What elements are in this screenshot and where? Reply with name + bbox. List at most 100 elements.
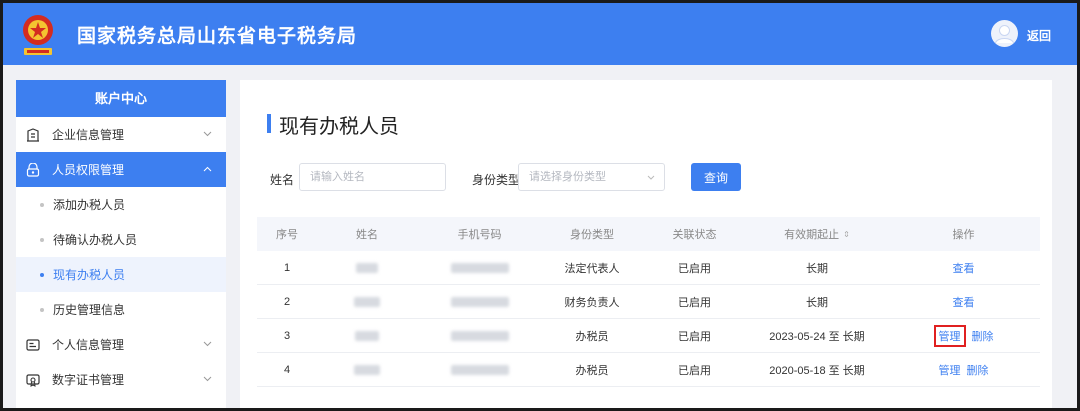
sidebar-item-pending-tax-staff[interactable]: 待确认办税人员 <box>16 222 226 257</box>
user-lock-icon <box>26 162 40 177</box>
cell-status: 已启用 <box>678 330 711 343</box>
identity-type-label: 身份类型 <box>472 173 521 187</box>
redacted-phone <box>450 364 509 375</box>
sidebar-item-label: 现有办税人员 <box>53 268 126 282</box>
column-header-actions: 操作 <box>952 229 975 241</box>
column-header-phone: 手机号码 <box>457 229 502 241</box>
sidebar-group-label: 数字证书管理 <box>52 373 125 387</box>
manage-link[interactable]: 管理 <box>933 324 966 347</box>
cell-name <box>317 251 417 284</box>
name-label: 姓名 <box>270 173 295 187</box>
redacted-phone <box>450 262 509 273</box>
table-row: 3 办税员 已启用 2023-05-24 至 长期 管理 删除 <box>257 319 1040 353</box>
chevron-down-icon <box>203 341 212 347</box>
query-button[interactable]: 查询 <box>691 163 741 191</box>
title-accent-bar <box>267 114 271 133</box>
user-avatar-icon[interactable] <box>991 20 1018 47</box>
certificate-icon <box>26 373 40 387</box>
cell-actions: 查看 <box>887 285 1040 318</box>
main-panel: 现有办税人员 姓名 身份类型 请选择身份类型 查询 序号 姓名 手机号码 身份类… <box>240 80 1052 408</box>
manage-link[interactable]: 管理 <box>939 362 961 378</box>
identity-type-select[interactable]: 请选择身份类型 <box>518 163 665 191</box>
page-title: 现有办税人员 <box>279 116 399 138</box>
cell-validity: 2020-05-18 至 长期 <box>769 364 865 377</box>
identity-type-placeholder: 请选择身份类型 <box>529 171 606 183</box>
column-header-no: 序号 <box>276 229 298 241</box>
redacted-name <box>355 330 379 341</box>
cell-actions: 管理 删除 <box>887 319 1040 352</box>
app-title: 国家税务总局山东省电子税务局 <box>77 26 358 47</box>
cell-validity: 长期 <box>806 296 828 309</box>
redacted-phone <box>450 330 509 341</box>
sidebar-item-add-tax-staff[interactable]: 添加办税人员 <box>16 187 226 222</box>
staff-table: 序号 姓名 手机号码 身份类型 关联状态 有效期起止 ⇕ 操作 1 法定代表人 … <box>257 217 1040 387</box>
cell-actions: 查看 <box>887 251 1040 284</box>
view-link[interactable]: 查看 <box>953 260 975 276</box>
building-icon <box>27 127 39 142</box>
cell-status: 已启用 <box>678 296 711 309</box>
chevron-down-icon <box>203 131 212 137</box>
sidebar-item-current-tax-staff[interactable]: 现有办税人员 <box>16 257 226 292</box>
chevron-up-icon <box>203 166 212 172</box>
cell-validity: 2023-05-24 至 长期 <box>769 330 865 343</box>
cell-phone <box>417 353 542 386</box>
column-header-status: 关联状态 <box>672 229 717 241</box>
name-search-input[interactable] <box>299 163 446 191</box>
sidebar-item-label: 历史管理信息 <box>53 303 126 317</box>
tax-emblem-icon <box>23 15 53 55</box>
cell-identity-type: 办税员 <box>575 330 609 343</box>
cell-name <box>317 285 417 318</box>
bullet-dot <box>40 202 44 207</box>
view-link[interactable]: 查看 <box>953 294 975 310</box>
table-row: 1 法定代表人 已启用 长期 查看 <box>257 251 1040 285</box>
column-header-validity[interactable]: 有效期起止 ⇕ <box>747 217 887 251</box>
sidebar-group-personal-info[interactable]: 个人信息管理 <box>16 327 226 362</box>
cell-identity-type: 法定代表人 <box>564 262 620 275</box>
table-row: 2 财务负责人 已启用 长期 查看 <box>257 285 1040 319</box>
chevron-down-icon <box>647 175 655 180</box>
redacted-name <box>354 296 380 307</box>
cell-validity: 长期 <box>806 262 828 275</box>
cell-actions: 管理 删除 <box>887 353 1040 386</box>
cell-no: 1 <box>283 261 291 274</box>
column-header-validity-label: 有效期起止 <box>784 229 840 241</box>
cell-status: 已启用 <box>678 262 711 275</box>
sidebar-item-history[interactable]: 历史管理信息 <box>16 292 226 327</box>
sidebar-item-label: 待确认办税人员 <box>53 233 138 247</box>
bullet-dot <box>40 307 44 312</box>
column-header-identity-type: 身份类型 <box>570 229 614 241</box>
redacted-name <box>354 364 380 375</box>
sidebar-group-personnel-permissions[interactable]: 人员权限管理 <box>16 152 226 187</box>
cell-phone <box>417 285 542 318</box>
cell-phone <box>417 319 542 352</box>
bullet-dot <box>40 272 44 277</box>
delete-link[interactable]: 删除 <box>967 362 989 378</box>
sidebar-group-enterprise-info[interactable]: 企业信息管理 <box>16 117 226 152</box>
cell-no: 3 <box>283 329 291 342</box>
chevron-down-icon <box>203 376 212 382</box>
column-header-name: 姓名 <box>356 229 378 241</box>
cell-identity-type: 办税员 <box>575 364 609 377</box>
sidebar-group-label: 企业信息管理 <box>52 128 125 142</box>
cell-phone <box>417 251 542 284</box>
redacted-phone <box>450 296 509 307</box>
cell-identity-type: 财务负责人 <box>564 296 620 309</box>
back-link[interactable]: 返回 <box>1027 27 1051 44</box>
sidebar-group-label: 个人信息管理 <box>52 338 125 352</box>
cell-name <box>317 319 417 352</box>
cell-no: 4 <box>283 363 291 376</box>
app-window: 国家税务总局山东省电子税务局 返回 账户中心 企业信息管理 人员权限管理 添加办… <box>3 3 1077 408</box>
sidebar-group-digital-certificate[interactable]: 数字证书管理 <box>16 362 226 397</box>
sidebar-title: 账户中心 <box>16 80 226 117</box>
sidebar-item-label: 添加办税人员 <box>53 198 126 212</box>
top-header: 国家税务总局山东省电子税务局 返回 <box>3 3 1077 65</box>
sidebar: 账户中心 企业信息管理 人员权限管理 添加办税人员 待确认办税人员 现有办税人员… <box>16 80 226 408</box>
table-row: 4 办税员 已启用 2020-05-18 至 长期 管理 删除 <box>257 353 1040 387</box>
sort-icon[interactable]: ⇕ <box>843 230 850 239</box>
redacted-name <box>356 262 378 273</box>
cell-status: 已启用 <box>678 364 711 377</box>
id-card-icon <box>26 338 40 351</box>
delete-link[interactable]: 删除 <box>972 328 994 344</box>
table-header: 序号 姓名 手机号码 身份类型 关联状态 有效期起止 ⇕ 操作 <box>257 217 1040 251</box>
bullet-dot <box>40 237 44 242</box>
